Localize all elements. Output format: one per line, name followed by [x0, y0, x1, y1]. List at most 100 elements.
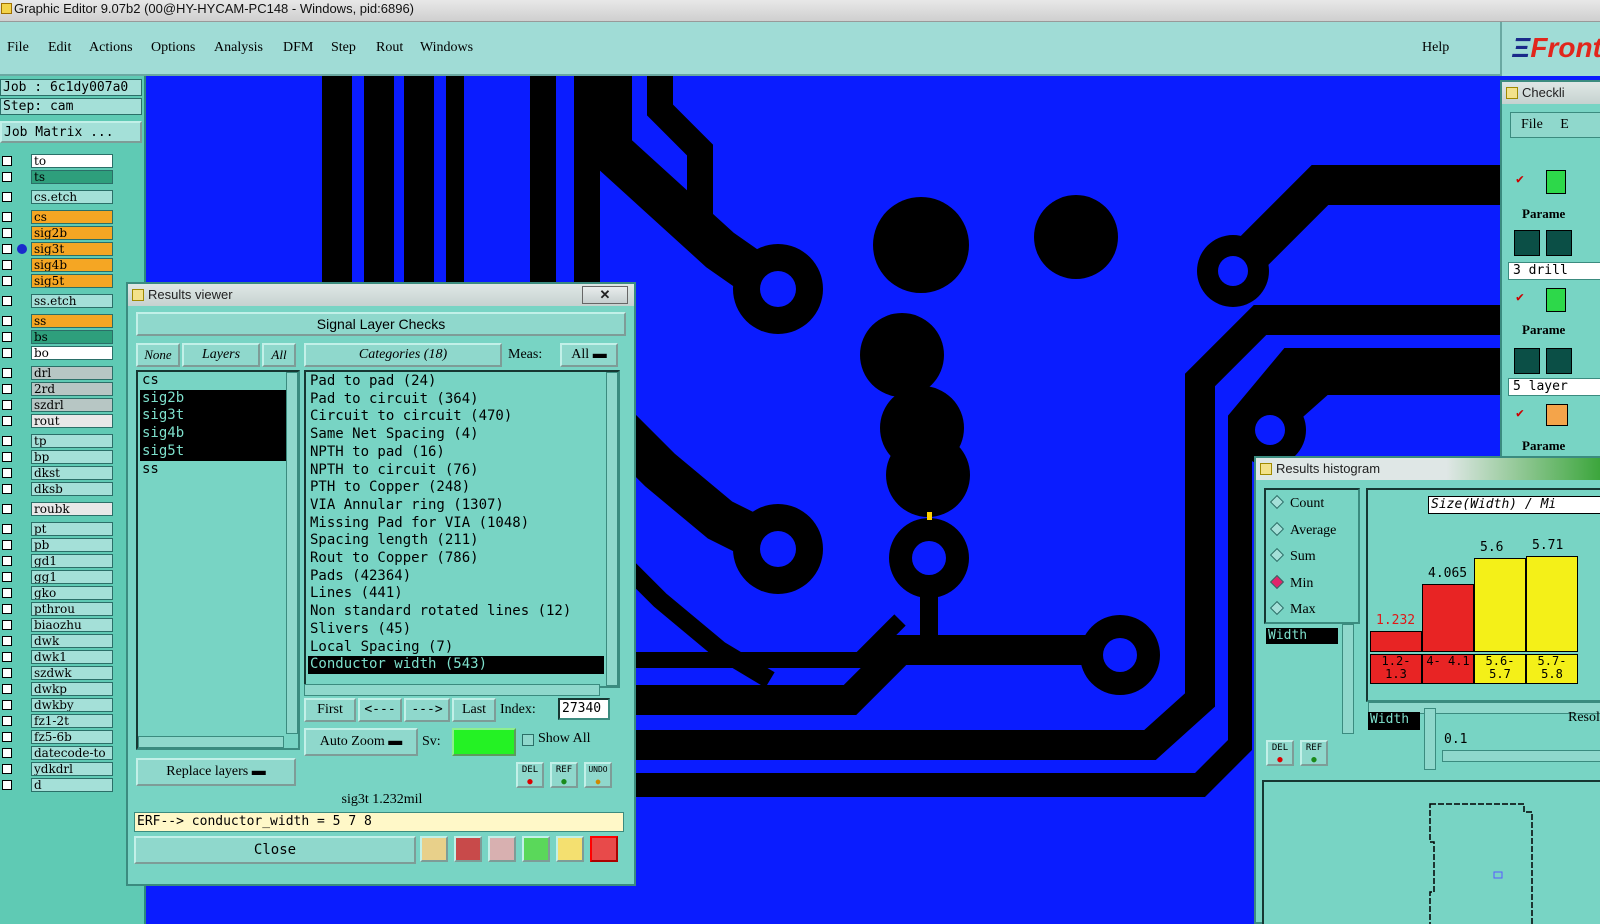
layer-label[interactable]: cs.etch	[31, 190, 113, 204]
layer-checkbox[interactable]	[2, 348, 12, 358]
drill-icon[interactable]	[1546, 170, 1566, 194]
layer-row-bp[interactable]: bp	[0, 450, 114, 464]
layer-row-pb[interactable]: pb	[0, 538, 114, 552]
layer-list-item[interactable]: ss	[140, 461, 286, 479]
sv-color-dropdown[interactable]	[452, 728, 516, 756]
check-category-item[interactable]: NPTH to circuit (76)	[308, 462, 604, 480]
scrollbar-vertical[interactable]	[286, 372, 298, 734]
next-button[interactable]: --->	[404, 698, 450, 722]
none-button[interactable]: None	[136, 343, 180, 367]
check-category-item[interactable]: Circuit to circuit (470)	[308, 408, 604, 426]
layer-row-ts[interactable]: ts	[0, 170, 114, 184]
layer-row-dwkby[interactable]: dwkby	[0, 698, 114, 712]
layer-row-gko[interactable]: gko	[0, 586, 114, 600]
first-button[interactable]: First	[304, 698, 356, 722]
option-min[interactable]: Min	[1269, 574, 1313, 594]
layer-checkbox[interactable]	[2, 296, 12, 306]
action-icon[interactable]	[1514, 348, 1540, 374]
layer-row-ss[interactable]: ss	[0, 314, 114, 328]
check-category-item[interactable]: Rout to Copper (786)	[308, 550, 604, 568]
layer-label[interactable]: biaozhu	[31, 618, 113, 632]
option-count[interactable]: Count	[1269, 494, 1324, 514]
layer-row-fz5-6b[interactable]: fz5-6b	[0, 730, 114, 744]
option-sum[interactable]: Sum	[1269, 547, 1316, 567]
layer-label[interactable]: dksb	[31, 482, 113, 496]
scrollbar-vertical[interactable]	[606, 372, 618, 686]
layer-label[interactable]: fz5-6b	[31, 730, 113, 744]
check-category-item[interactable]: Pads (42364)	[308, 568, 604, 586]
report-icon[interactable]	[556, 836, 584, 862]
menu-dfm[interactable]: DFM	[283, 40, 313, 56]
check-category-item[interactable]: Non standard rotated lines (12)	[308, 603, 604, 621]
layer-checkbox[interactable]	[2, 572, 12, 582]
layer-label[interactable]: d	[31, 778, 113, 792]
layer-label[interactable]: roubk	[31, 502, 113, 516]
layer-checkbox[interactable]	[2, 368, 12, 378]
layer-row-sig2b[interactable]: sig2b	[0, 226, 114, 240]
layer-row-d[interactable]: d	[0, 778, 114, 792]
radio-diamond-icon[interactable]	[1269, 494, 1285, 510]
layer-checkbox[interactable]	[2, 400, 12, 410]
del-icon[interactable]: DEL ●	[1266, 740, 1294, 766]
layer-row-dwk1[interactable]: dwk1	[0, 650, 114, 664]
ref-clear-icon[interactable]	[488, 836, 516, 862]
layer-label[interactable]: gg1	[31, 570, 113, 584]
layer-label[interactable]: dkst	[31, 466, 113, 480]
layer-label[interactable]: bo	[31, 346, 113, 360]
replace-layers-dropdown[interactable]: Replace layers ▬	[136, 758, 296, 786]
layer-row-sig5t[interactable]: sig5t	[0, 274, 114, 288]
layer-checkbox[interactable]	[2, 732, 12, 742]
menu-step[interactable]: Step	[331, 40, 356, 56]
scrollbar-horizontal[interactable]	[138, 736, 284, 748]
layer-label[interactable]: pthrou	[31, 602, 113, 616]
layer-checkbox[interactable]	[2, 556, 12, 566]
layer-checkbox[interactable]	[2, 636, 12, 646]
close-icon[interactable]: ✕	[582, 286, 628, 304]
layer-checkbox[interactable]	[2, 484, 12, 494]
layer-checkbox[interactable]	[2, 668, 12, 678]
action-icon[interactable]	[1546, 348, 1572, 374]
layer-label[interactable]: szdwk	[31, 666, 113, 680]
analysis-icon[interactable]	[1546, 404, 1568, 426]
layer-row-2rd[interactable]: 2rd	[0, 382, 114, 396]
layer-checkbox[interactable]	[2, 468, 12, 478]
check-category-item[interactable]: VIA Annular ring (1307)	[308, 497, 604, 515]
layer-row-bo[interactable]: bo	[0, 346, 114, 360]
check-category-item[interactable]: Conductor width (543)	[308, 656, 604, 674]
layer-label[interactable]: sig5t	[31, 274, 113, 288]
layer-checkbox[interactable]	[2, 652, 12, 662]
layer-label[interactable]: sig4b	[31, 258, 113, 272]
layer-label[interactable]: gko	[31, 586, 113, 600]
layer-checkbox[interactable]	[2, 244, 12, 254]
layer-row-gd1[interactable]: gd1	[0, 554, 114, 568]
layer-label[interactable]: sig3t	[31, 242, 113, 256]
layer-label[interactable]: pt	[31, 522, 113, 536]
layer-checkbox[interactable]	[2, 588, 12, 598]
layer-label[interactable]: datecode-to	[31, 746, 113, 760]
probe-icon[interactable]	[420, 836, 448, 862]
layer-row-dkst[interactable]: dkst	[0, 466, 114, 480]
histogram-bar[interactable]	[1474, 557, 1526, 652]
ref-icon[interactable]: REF ●	[550, 762, 578, 788]
layer-row-pt[interactable]: pt	[0, 522, 114, 536]
checklist-menu-edit[interactable]: E	[1560, 117, 1569, 132]
layer-row-drl[interactable]: drl	[0, 366, 114, 380]
layer-label[interactable]: drl	[31, 366, 113, 380]
layer-checkbox[interactable]	[2, 172, 12, 182]
job-matrix-button[interactable]: Job Matrix ...	[0, 121, 142, 143]
layer-checkbox[interactable]	[2, 416, 12, 426]
layer-label[interactable]: to	[31, 154, 113, 168]
scrollbar-horizontal[interactable]	[304, 684, 600, 696]
radio-diamond-icon[interactable]	[1269, 600, 1285, 616]
show-all-checkbox[interactable]	[522, 734, 534, 746]
layer-label[interactable]: dwkby	[31, 698, 113, 712]
check-category-item[interactable]: NPTH to pad (16)	[308, 444, 604, 462]
layer-row-fz1-2t[interactable]: fz1-2t	[0, 714, 114, 728]
index-input[interactable]: 27340	[558, 698, 610, 720]
layer-checkbox[interactable]	[2, 716, 12, 726]
menu-edit[interactable]: Edit	[48, 40, 71, 56]
layer-row-szdrl[interactable]: szdrl	[0, 398, 114, 412]
option-average[interactable]: Average	[1269, 521, 1336, 541]
layer-checkbox[interactable]	[2, 276, 12, 286]
layer-label[interactable]: dwk1	[31, 650, 113, 664]
